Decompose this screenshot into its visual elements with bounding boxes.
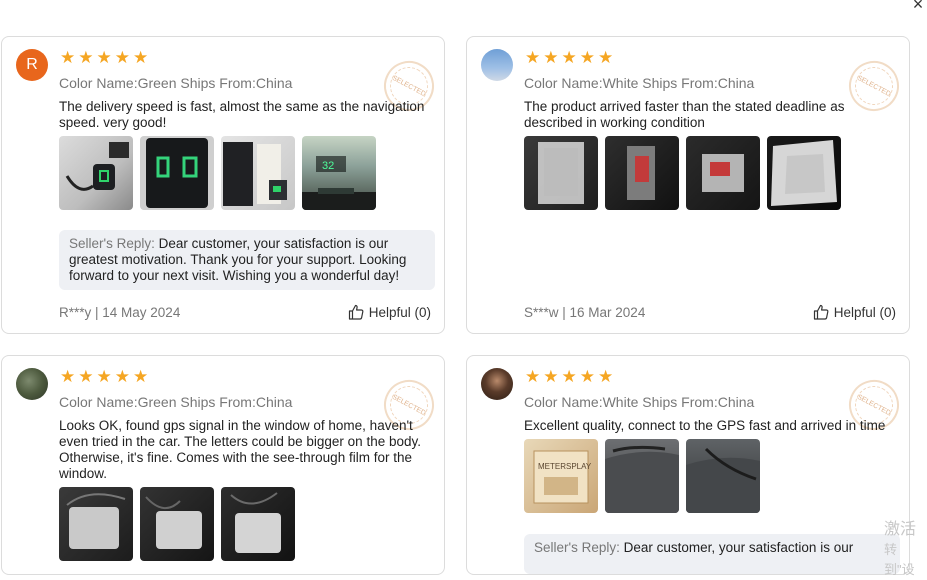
star-icon: ★ bbox=[114, 367, 130, 386]
review-photo[interactable] bbox=[605, 439, 679, 513]
review-photo[interactable]: 32 bbox=[302, 136, 376, 210]
review-photos bbox=[59, 487, 295, 561]
seller-reply-label: Seller's Reply: bbox=[534, 540, 624, 555]
review-card: ★ ★ ★ ★ ★ SELECTED Color Name:White Ship… bbox=[466, 36, 910, 334]
helpful-label: Helpful (0) bbox=[833, 304, 896, 320]
helpful-label: Helpful (0) bbox=[368, 304, 431, 320]
review-text: Looks OK, found gps signal in the window… bbox=[59, 418, 421, 481]
watermark-line-1: 激活 bbox=[884, 521, 917, 538]
rating-stars: ★ ★ ★ ★ ★ bbox=[60, 49, 148, 67]
review-photo[interactable]: METERSPLAY bbox=[524, 439, 598, 513]
review-text: Excellent quality, connect to the GPS fa… bbox=[524, 418, 886, 433]
review-photos bbox=[524, 136, 841, 210]
review-text: The product arrived faster than the stat… bbox=[524, 99, 845, 130]
close-button[interactable]: × bbox=[906, 0, 927, 16]
review-photo[interactable] bbox=[221, 136, 295, 210]
star-icon: ★ bbox=[579, 367, 595, 386]
star-icon: ★ bbox=[114, 48, 130, 67]
seller-reply: Seller's Reply: Dear customer, your sati… bbox=[59, 230, 435, 290]
review-photos: 32 bbox=[59, 136, 376, 210]
star-icon: ★ bbox=[133, 367, 149, 386]
star-icon: ★ bbox=[96, 48, 112, 67]
reviewer-avatar: R bbox=[16, 49, 48, 81]
star-icon: ★ bbox=[598, 367, 614, 386]
avatar-letter: R bbox=[26, 56, 38, 73]
seal-label: SELECTED bbox=[856, 74, 892, 98]
star-icon: ★ bbox=[561, 367, 577, 386]
review-meta: Color Name:White Ships From:China bbox=[524, 394, 755, 410]
star-icon: ★ bbox=[60, 48, 76, 67]
star-icon: ★ bbox=[543, 367, 559, 386]
hud-speed-readout: 32 bbox=[322, 160, 334, 172]
review-photo[interactable] bbox=[221, 487, 295, 561]
star-icon: ★ bbox=[96, 367, 112, 386]
star-icon: ★ bbox=[133, 48, 149, 67]
seal-label: SELECTED bbox=[856, 393, 892, 417]
seal-label: SELECTED bbox=[391, 393, 427, 417]
review-meta: Color Name:White Ships From:China bbox=[524, 75, 755, 91]
star-icon: ★ bbox=[60, 367, 76, 386]
review-author-date: R***y | 14 May 2024 bbox=[59, 305, 181, 320]
box-brand-label: METERSPLAY bbox=[538, 462, 592, 471]
review-photo[interactable] bbox=[524, 136, 598, 210]
review-text: The delivery speed is fast, almost the s… bbox=[59, 99, 425, 130]
seller-reply: Seller's Reply: Dear customer, your sati… bbox=[524, 534, 900, 574]
review-photo[interactable] bbox=[140, 487, 214, 561]
rating-stars: ★ ★ ★ ★ ★ bbox=[525, 49, 613, 67]
seller-reply-text: Dear customer, your satisfaction is our bbox=[623, 540, 854, 555]
star-icon: ★ bbox=[525, 367, 541, 386]
watermark-line-2: 转到"设 bbox=[884, 542, 915, 577]
rating-stars: ★ ★ ★ ★ ★ bbox=[60, 368, 148, 386]
review-photo[interactable] bbox=[767, 136, 841, 210]
star-icon: ★ bbox=[543, 48, 559, 67]
review-card: R ★ ★ ★ ★ ★ SELECTED Color Name:Green Sh… bbox=[1, 36, 445, 334]
review-photo[interactable] bbox=[59, 136, 133, 210]
review-photo[interactable] bbox=[59, 487, 133, 561]
review-meta: Color Name:Green Ships From:China bbox=[59, 394, 293, 410]
star-icon: ★ bbox=[525, 48, 541, 67]
reviewer-avatar bbox=[481, 49, 513, 81]
seller-reply-label: Seller's Reply: bbox=[69, 236, 159, 251]
star-icon: ★ bbox=[598, 48, 614, 67]
review-card: ★ ★ ★ ★ ★ SELECTED Color Name:Green Ship… bbox=[1, 355, 445, 575]
review-photo[interactable] bbox=[140, 136, 214, 210]
reviewer-avatar bbox=[16, 368, 48, 400]
activation-watermark: 激活 转到"设 bbox=[884, 520, 927, 580]
reviewer-avatar bbox=[481, 368, 513, 400]
helpful-button[interactable]: Helpful (0) bbox=[813, 304, 896, 320]
review-card: ★ ★ ★ ★ ★ SELECTED Color Name:White Ship… bbox=[466, 355, 910, 575]
review-meta: Color Name:Green Ships From:China bbox=[59, 75, 293, 91]
thumbs-up-icon bbox=[813, 304, 829, 320]
review-photo[interactable] bbox=[686, 439, 760, 513]
helpful-button[interactable]: Helpful (0) bbox=[348, 304, 431, 320]
star-icon: ★ bbox=[78, 48, 94, 67]
seal-label: SELECTED bbox=[391, 74, 427, 98]
star-icon: ★ bbox=[579, 48, 595, 67]
star-icon: ★ bbox=[561, 48, 577, 67]
review-author-date: S***w | 16 Mar 2024 bbox=[524, 305, 646, 320]
star-icon: ★ bbox=[78, 367, 94, 386]
thumbs-up-icon bbox=[348, 304, 364, 320]
review-photos: METERSPLAY bbox=[524, 439, 760, 513]
rating-stars: ★ ★ ★ ★ ★ bbox=[525, 368, 613, 386]
review-photo[interactable] bbox=[686, 136, 760, 210]
review-photo[interactable] bbox=[605, 136, 679, 210]
